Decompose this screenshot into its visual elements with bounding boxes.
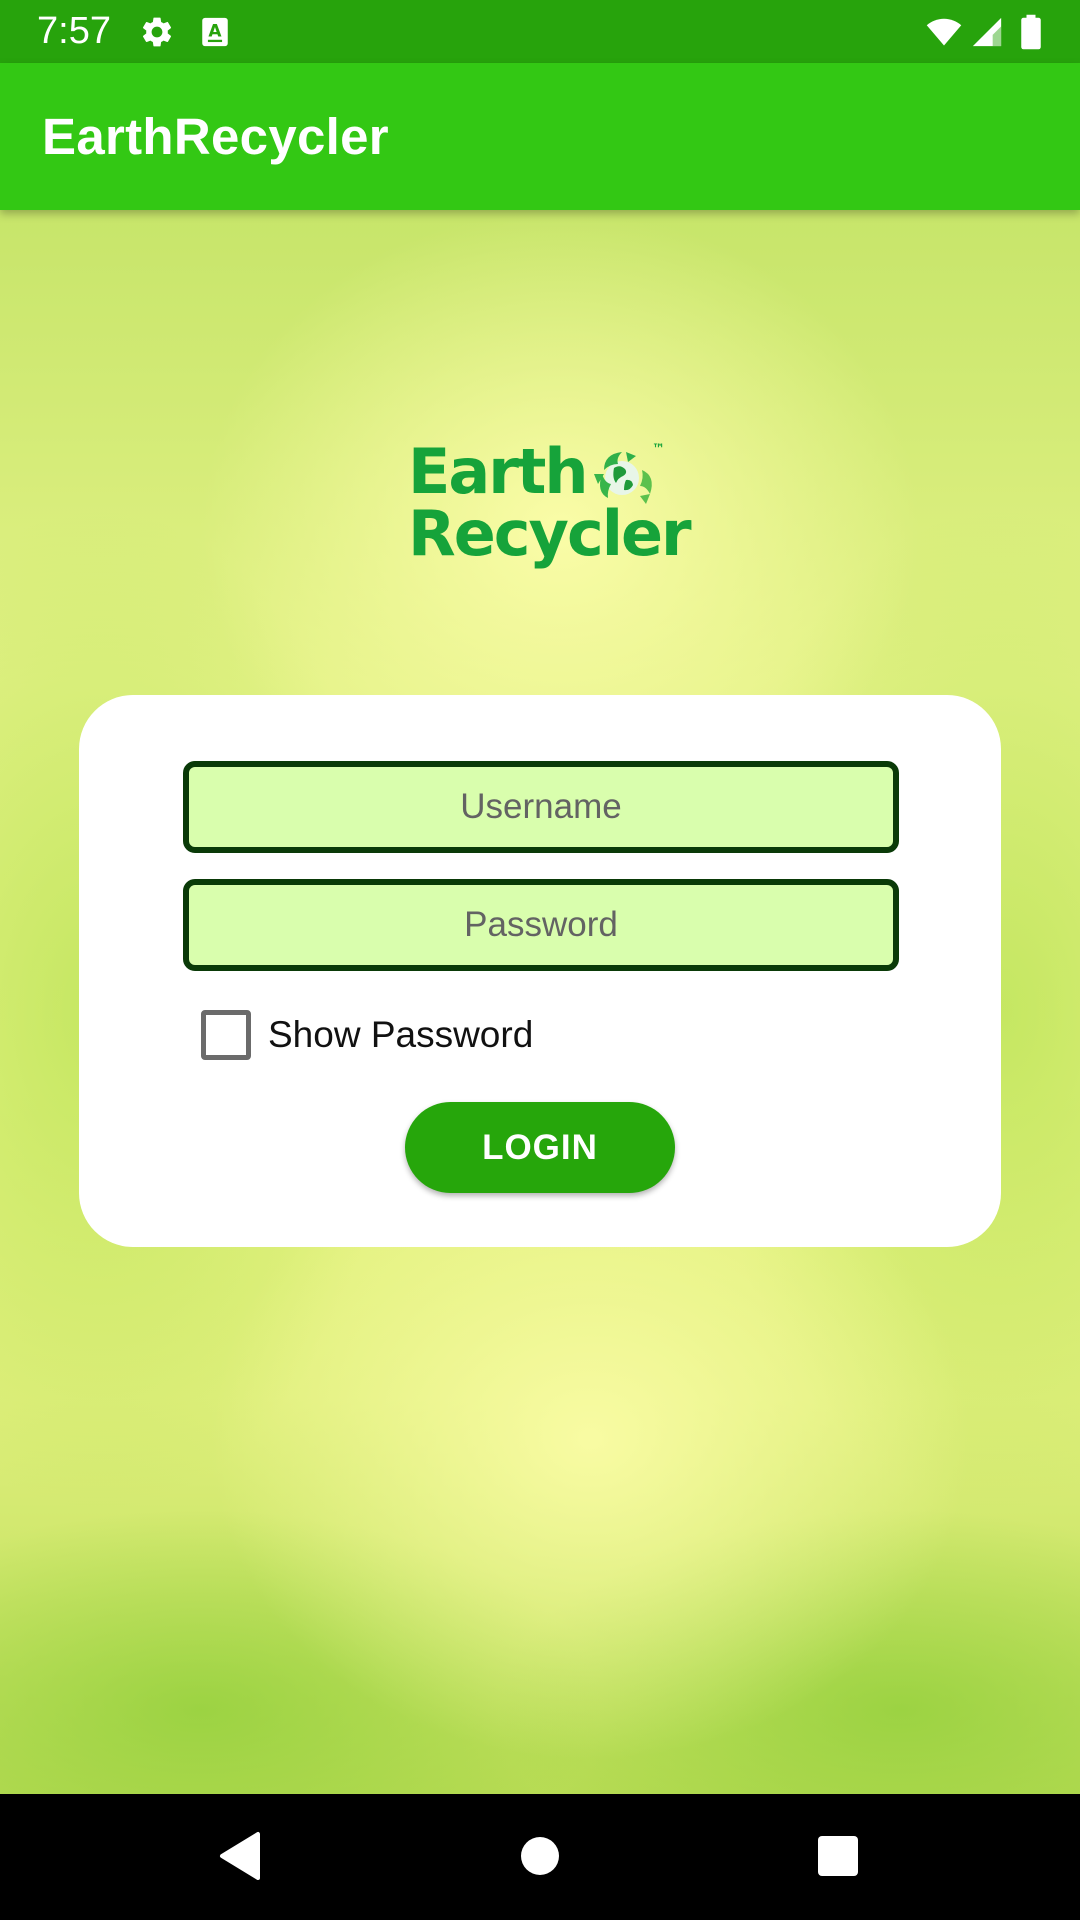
recents-icon[interactable] <box>808 1826 868 1886</box>
settings-icon <box>142 17 172 47</box>
logo-line-earth: Earth <box>408 435 589 508</box>
app-title: EarthRecycler <box>42 108 389 165</box>
app-screen: 7:57 A EarthRecycler Earth Recycler ™ Us… <box>0 0 1080 1920</box>
show-password-label: Show Password <box>268 1014 534 1055</box>
status-time: 7:57 <box>37 10 111 52</box>
logo-line-recycler: Recycler <box>408 497 692 570</box>
navigation-bar <box>0 1794 1080 1920</box>
login-button[interactable]: LOGIN <box>405 1102 675 1193</box>
recycle-globe-icon <box>594 452 652 504</box>
signal-icon <box>972 17 1002 47</box>
show-password-checkbox[interactable] <box>201 1010 251 1060</box>
back-icon[interactable] <box>210 1826 270 1886</box>
home-icon[interactable] <box>510 1826 570 1886</box>
login-card: Show Password LOGIN <box>79 695 1001 1247</box>
app-bar: EarthRecycler <box>0 63 1080 210</box>
status-bar: 7:57 A <box>0 0 1080 63</box>
wifi-icon <box>926 18 962 46</box>
earth-recycler-logo: Earth Recycler ™ <box>408 435 692 590</box>
svg-text:A: A <box>208 21 222 41</box>
username-input[interactable] <box>183 761 899 853</box>
keyboard-a-icon: A <box>202 17 228 47</box>
password-input[interactable] <box>183 879 899 971</box>
battery-icon <box>1021 14 1041 50</box>
